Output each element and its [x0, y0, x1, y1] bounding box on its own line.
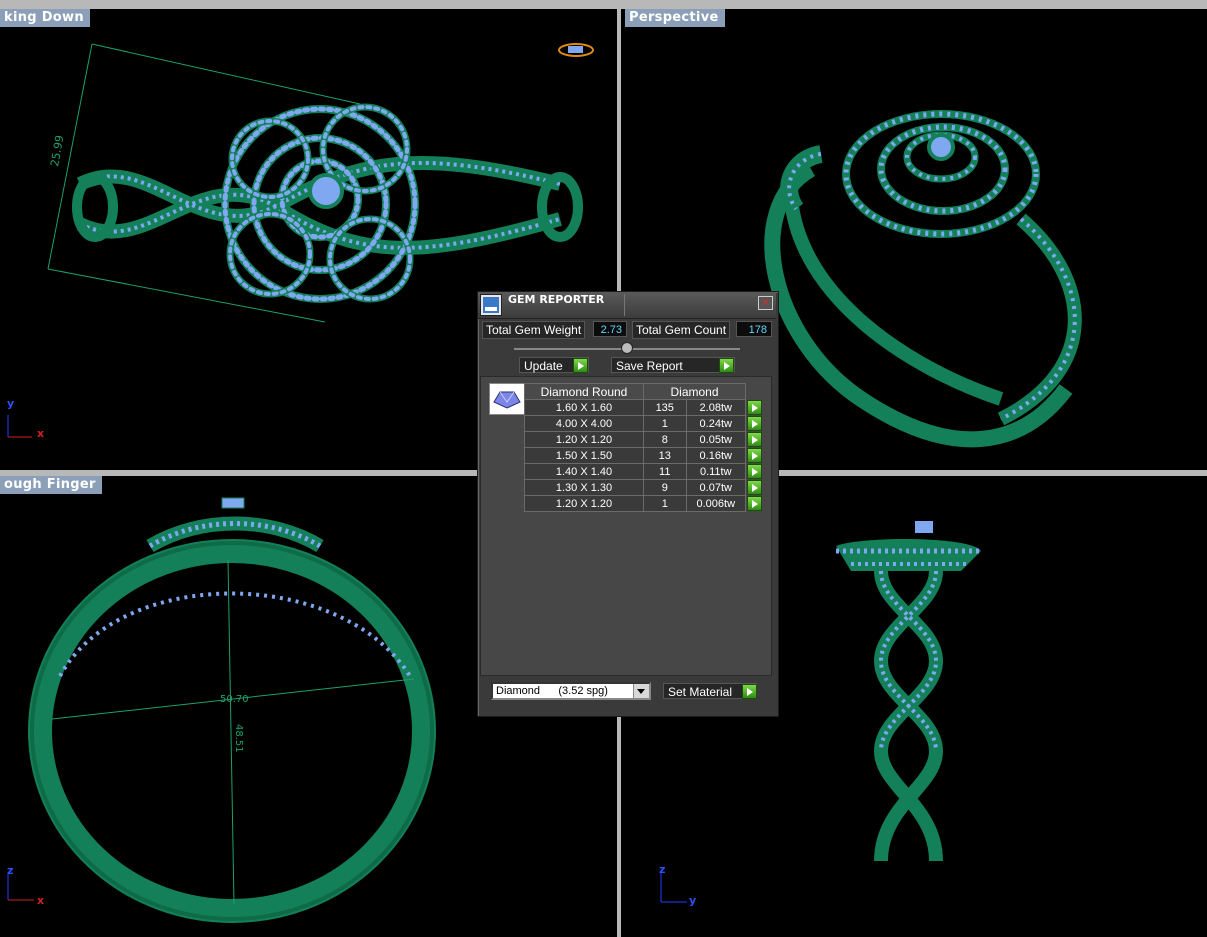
- gem-weight-cell: 0.07tw: [685, 479, 746, 496]
- panel-titlebar[interactable]: GEM REPORTER ✕: [478, 292, 776, 319]
- gem-size-cell: 4.00 X 4.00: [524, 415, 644, 432]
- axis-z-label: z: [7, 864, 14, 877]
- row-go-icon[interactable]: [747, 463, 762, 479]
- set-material-go-icon[interactable]: [742, 684, 757, 699]
- row-go-icon[interactable]: [747, 431, 762, 447]
- table-row[interactable]: 1.20 X 1.20 1 0.006tw: [524, 495, 763, 512]
- gem-reporter-icon: [480, 294, 502, 316]
- axis-z-label: z: [659, 863, 666, 876]
- gem-count-cell: 13: [643, 447, 687, 464]
- total-gem-weight-label: Total Gem Weight: [482, 321, 586, 339]
- gem-list-area: Diamond Round Diamond 1.60 X 1.60 135 2.…: [480, 376, 772, 676]
- table-row[interactable]: 1.50 X 1.50 13 0.16tw: [524, 447, 763, 464]
- titlebar-divider: [624, 294, 625, 316]
- dimension-label: 50.70: [220, 694, 249, 705]
- gem-weight-cell: 0.11tw: [685, 463, 746, 480]
- gem-count-cell: 8: [643, 431, 687, 448]
- gem-count-cell: 1: [643, 415, 687, 432]
- row-go-icon[interactable]: [747, 399, 762, 415]
- axis-y-label: y: [689, 894, 697, 907]
- row-go-icon[interactable]: [747, 495, 762, 511]
- save-report-go-icon[interactable]: [719, 358, 734, 373]
- table-row[interactable]: 1.20 X 1.20 8 0.05tw: [524, 431, 763, 448]
- gem-weight-cell: 2.08tw: [685, 399, 746, 416]
- gem-weight-cell: 0.16tw: [685, 447, 746, 464]
- gem-weight-cell: 0.006tw: [685, 495, 746, 512]
- total-gem-count-label: Total Gem Count: [632, 321, 731, 339]
- axis-x-label: x: [37, 427, 45, 440]
- total-gem-count-value: 178: [736, 321, 772, 337]
- table-row[interactable]: 4.00 X 4.00 1 0.24tw: [524, 415, 763, 432]
- viewport-title[interactable]: ough Finger: [0, 476, 102, 494]
- close-icon[interactable]: ✕: [758, 296, 773, 310]
- column-header-shape: Diamond Round: [524, 383, 644, 400]
- save-report-label: Save Report: [616, 359, 683, 373]
- chevron-down-icon[interactable]: [633, 684, 649, 698]
- row-go-icon[interactable]: [747, 415, 762, 431]
- gem-size-cell: 1.60 X 1.60: [524, 399, 644, 416]
- gem-size-cell: 1.20 X 1.20: [524, 431, 644, 448]
- material-select-value: Diamond (3.52 spg): [496, 685, 608, 697]
- set-material-label: Set Material: [668, 685, 733, 699]
- viewport-title[interactable]: Perspective: [625, 9, 725, 27]
- gem-count-cell: 9: [643, 479, 687, 496]
- update-go-icon[interactable]: [573, 358, 588, 373]
- gem-weight-cell: 0.05tw: [685, 431, 746, 448]
- axis-x-label: x: [37, 894, 45, 907]
- save-report-button[interactable]: Save Report: [611, 357, 735, 373]
- gem-count-cell: 135: [643, 399, 687, 416]
- diamond-round-icon: [489, 383, 525, 415]
- axis-y-label: y: [7, 397, 15, 410]
- gem-size-cell: 1.30 X 1.30: [524, 479, 644, 496]
- gem-table: Diamond Round Diamond 1.60 X 1.60 135 2.…: [524, 383, 763, 512]
- total-gem-weight-value: 2.73: [593, 321, 627, 337]
- update-button-label: Update: [524, 359, 563, 373]
- table-row[interactable]: 1.40 X 1.40 11 0.11tw: [524, 463, 763, 480]
- row-go-icon[interactable]: [747, 447, 762, 463]
- gem-count-cell: 11: [643, 463, 687, 480]
- gem-size-cell: 1.20 X 1.20: [524, 495, 644, 512]
- gem-size-cell: 1.50 X 1.50: [524, 447, 644, 464]
- dimension-label: 25.99: [48, 134, 66, 167]
- viewport-title[interactable]: king Down: [0, 9, 90, 27]
- gem-count-cell: 1: [643, 495, 687, 512]
- row-go-icon[interactable]: [747, 479, 762, 495]
- table-row[interactable]: 1.60 X 1.60 135 2.08tw: [524, 399, 763, 416]
- gem-reporter-panel[interactable]: GEM REPORTER ✕ Total Gem Weight 2.73 Tot…: [477, 291, 779, 717]
- material-select[interactable]: Diamond (3.52 spg): [491, 682, 651, 700]
- panel-slider-handle[interactable]: [621, 342, 633, 354]
- gem-size-cell: 1.40 X 1.40: [524, 463, 644, 480]
- panel-title: GEM REPORTER: [508, 293, 605, 306]
- column-header-material: Diamond: [643, 383, 746, 400]
- gem-weight-cell: 0.24tw: [685, 415, 746, 432]
- table-row[interactable]: 1.30 X 1.30 9 0.07tw: [524, 479, 763, 496]
- dimension-label: 48.51: [233, 724, 244, 753]
